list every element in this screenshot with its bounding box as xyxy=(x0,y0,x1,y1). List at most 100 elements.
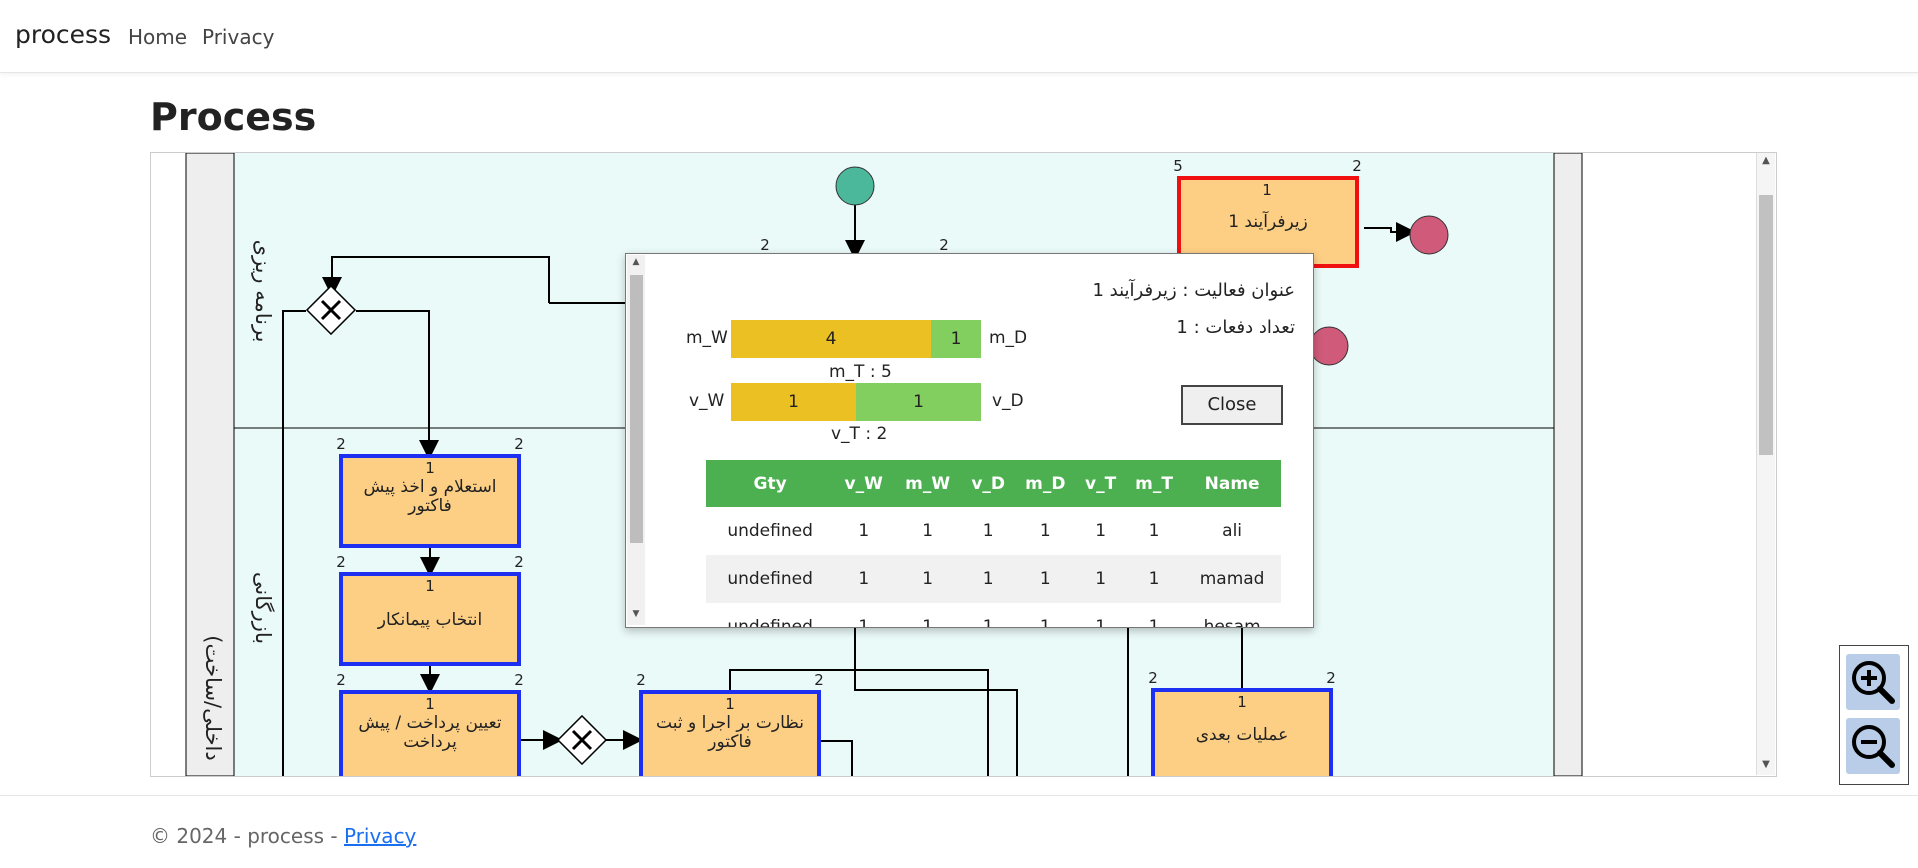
table-cell: 1 xyxy=(1039,617,1051,628)
table-header-row: Gty v_W m_W v_D m_D v_T m_T Name xyxy=(706,460,1281,507)
m-w-segment: 4 xyxy=(731,320,931,358)
m-d-label: m_D xyxy=(989,328,1028,348)
table-cell: ali xyxy=(1222,521,1243,541)
edge-count: 2 xyxy=(760,236,770,254)
run-count: تعداد دفعات : 1 xyxy=(1176,317,1295,338)
column-header[interactable]: m_D xyxy=(1014,460,1077,507)
task-right-count: 2 xyxy=(514,553,524,571)
task-left-count: 2 xyxy=(636,671,646,689)
activity-details-popup: ▲ ▼ عنوان فعالیت : زیرفرآیند 1 تعداد دفع… xyxy=(625,253,1314,628)
zoom-in-button[interactable] xyxy=(1846,654,1900,710)
end-event-2[interactable] xyxy=(1309,326,1349,366)
table-cell: 1 xyxy=(982,617,994,628)
v-w-label: v_W xyxy=(689,391,725,411)
scroll-down-arrow-icon[interactable]: ▼ xyxy=(627,609,645,619)
task-right-count: 2 xyxy=(814,671,824,689)
edge-count: 2 xyxy=(939,236,949,254)
table-row: undefined 1 1 1 1 1 1 ali xyxy=(706,507,1281,555)
task-top-count: 1 xyxy=(425,459,435,477)
scroll-up-arrow-icon[interactable]: ▲ xyxy=(627,257,645,267)
column-header[interactable]: v_W xyxy=(834,460,894,507)
table-cell: 1 xyxy=(893,555,963,603)
task-label: زیرفرآیند 1 xyxy=(1228,210,1308,232)
table-cell: 1 xyxy=(1095,521,1107,541)
table-cell: 1 xyxy=(1095,617,1107,628)
scroll-down-arrow-icon[interactable]: ▼ xyxy=(1757,759,1775,770)
table-cell: 1 xyxy=(1124,555,1184,603)
table-cell: 1 xyxy=(1039,521,1051,541)
m-progress-bar: 4 1 xyxy=(731,320,981,358)
table-cell: 1 xyxy=(982,521,994,541)
table-row: undefined 1 1 1 1 1 1 mamad xyxy=(706,555,1281,603)
zoom-controls xyxy=(1839,645,1909,785)
task-label: تعیین پرداخت / پیش پرداخت xyxy=(358,714,502,752)
navbar: process Home Privacy xyxy=(0,0,1918,73)
column-header[interactable]: m_W xyxy=(893,460,963,507)
scrollbar-thumb[interactable] xyxy=(630,275,643,543)
stats-table: Gty v_W m_W v_D m_D v_T m_T Name undefin… xyxy=(706,460,1281,628)
table-cell: 1 xyxy=(1014,555,1077,603)
table-cell: 1 xyxy=(922,617,934,628)
column-header[interactable]: Gty xyxy=(706,460,835,507)
task-left-count: 2 xyxy=(336,671,346,689)
column-header[interactable]: m_T xyxy=(1124,460,1184,507)
v-w-segment: 1 xyxy=(731,383,856,421)
task-top-count: 1 xyxy=(425,695,435,713)
task-label: استعلام و اخذ پیش فاکتور xyxy=(363,478,497,516)
table-cell: hesam xyxy=(1203,617,1261,628)
task-right-count: 2 xyxy=(514,671,524,689)
column-header[interactable]: v_T xyxy=(1076,460,1125,507)
column-header[interactable]: Name xyxy=(1183,460,1281,507)
table-cell: 1 xyxy=(834,555,894,603)
brand-link[interactable]: process xyxy=(15,20,111,49)
table-cell: 1 xyxy=(858,521,870,541)
start-event[interactable] xyxy=(835,166,875,206)
task-right-count: 2 xyxy=(514,435,524,453)
task-top-count: 1 xyxy=(725,695,735,713)
table-cell: 1 xyxy=(1076,555,1125,603)
task-right-count: 2 xyxy=(1326,669,1336,687)
scrollbar-thumb[interactable] xyxy=(1759,195,1773,455)
table-cell: 1 xyxy=(1148,521,1160,541)
task-left-count: 5 xyxy=(1173,157,1183,175)
column-header[interactable]: v_D xyxy=(962,460,1015,507)
task-top-count: 1 xyxy=(1262,181,1272,199)
nav-privacy-link[interactable]: Privacy xyxy=(202,25,274,49)
lane-label-commercial: بازرگانی xyxy=(251,572,275,644)
task-left-count: 2 xyxy=(336,553,346,571)
v-d-label: v_D xyxy=(992,391,1024,411)
lane-label-internal: داخلی/ساخت) xyxy=(201,635,225,761)
table-cell: 1 xyxy=(922,521,934,541)
close-button[interactable]: Close xyxy=(1181,385,1283,425)
task-left-count: 2 xyxy=(336,435,346,453)
v-total-label: v_T : 2 xyxy=(831,424,888,444)
page-title: Process xyxy=(150,95,317,139)
task-label: عملیات بعدی xyxy=(1196,725,1288,745)
canvas-vertical-scrollbar[interactable]: ▲ ▼ xyxy=(1756,153,1775,775)
m-total-label: m_T : 5 xyxy=(829,362,892,382)
m-d-segment: 1 xyxy=(931,320,981,358)
table-cell: undefined xyxy=(727,617,813,628)
table-cell: undefined xyxy=(706,555,835,603)
footer-divider xyxy=(0,795,1918,796)
table-cell: mamad xyxy=(1183,555,1281,603)
v-d-segment: 1 xyxy=(856,383,981,421)
nav-home-link[interactable]: Home xyxy=(128,25,187,49)
end-event[interactable] xyxy=(1409,215,1449,255)
footer-copyright: © 2024 - process - xyxy=(150,824,344,848)
footer-privacy-link[interactable]: Privacy xyxy=(344,824,416,848)
table-row: undefined 1 1 1 1 1 1 hesam xyxy=(706,603,1281,628)
zoom-out-button[interactable] xyxy=(1846,718,1900,774)
task-top-count: 1 xyxy=(1237,693,1247,711)
task-left-count: 2 xyxy=(1148,669,1158,687)
task-label: نظارت بر اجرا و ثبت فاکتور xyxy=(656,714,804,752)
pool-right-band xyxy=(1553,153,1583,776)
table-cell: 1 xyxy=(1148,617,1160,628)
v-progress-bar: 1 1 xyxy=(731,383,981,421)
table-cell: 1 xyxy=(858,617,870,628)
task-right-count: 2 xyxy=(1352,157,1362,175)
scroll-up-arrow-icon[interactable]: ▲ xyxy=(1757,155,1775,166)
task-top-count: 1 xyxy=(425,577,435,595)
popup-scrollbar[interactable]: ▲ ▼ xyxy=(627,255,645,625)
footer: © 2024 - process - Privacy xyxy=(150,824,416,848)
